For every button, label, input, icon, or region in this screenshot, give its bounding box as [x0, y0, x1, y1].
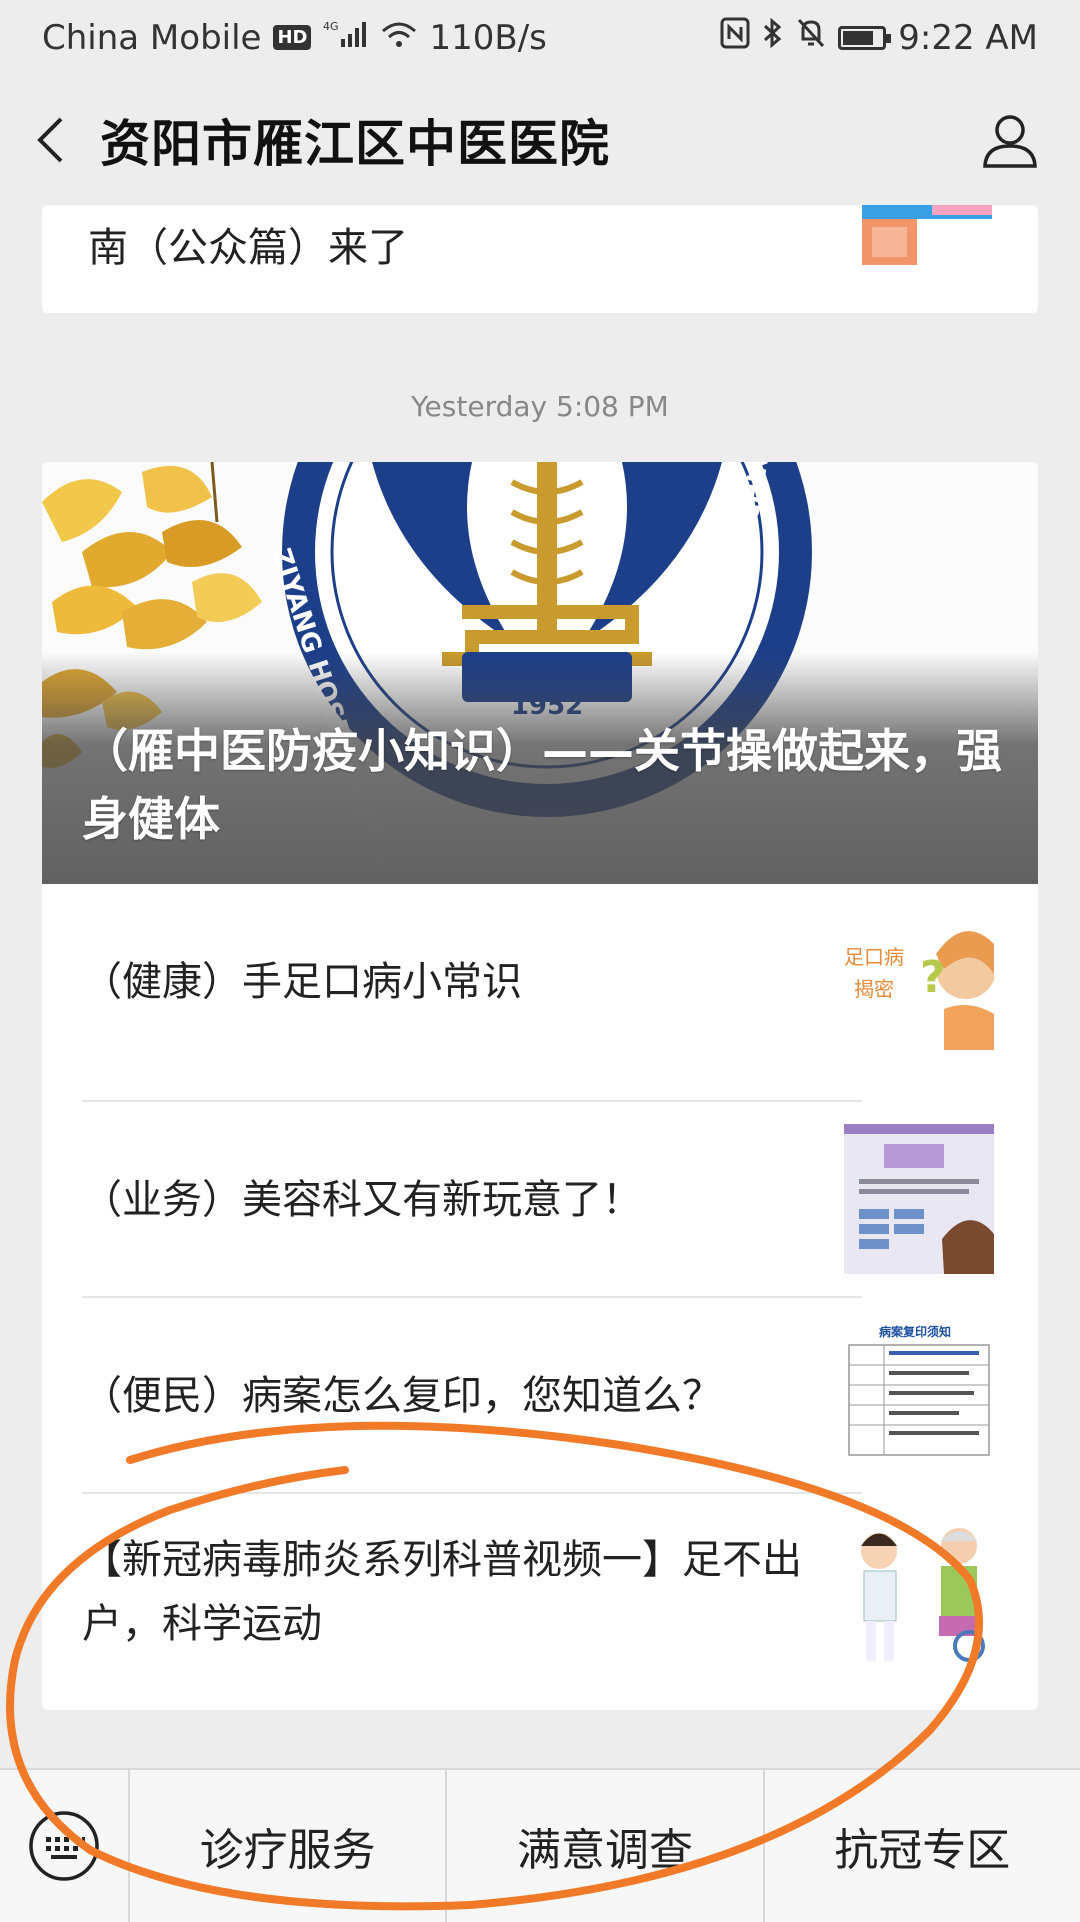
nav-bar: 资阳市雁江区中医医院 [0, 75, 1080, 205]
menu-item-satisfaction-survey[interactable]: 满意调查 [447, 1770, 765, 1922]
article-title: （业务）美容科又有新玩意了！ [82, 1177, 642, 1223]
svg-text:?: ? [920, 952, 946, 1003]
cover-article-title: （雁中医防疫小知识）——关节操做起来，强身健体 [82, 724, 1002, 846]
article-item[interactable]: （业务）美容科又有新玩意了！ [42, 1102, 1038, 1298]
article-title: 【新冠病毒肺炎系列科普视频一】足不出户，科学运动 [82, 1537, 802, 1647]
wifi-icon [381, 18, 417, 58]
hd-badge: HD [273, 25, 312, 50]
article-thumbnail: 病案复印须知 [844, 1320, 994, 1470]
bluetooth-icon [762, 17, 784, 58]
chevron-left-icon [37, 117, 63, 163]
status-bar: China Mobile HD 4G 110B/s 9:22 AM [0, 0, 1080, 75]
message-timestamp: Yesterday 5:08 PM [411, 390, 669, 423]
menu-item-diagnosis-services[interactable]: 诊疗服务 [130, 1770, 448, 1922]
previous-article-thumbnail [862, 205, 992, 265]
previous-message-card[interactable]: 南（公众篇）来了 [42, 205, 1038, 313]
thumb-caption: 病案复印须知 [879, 1324, 951, 1339]
menu-item-anti-covid-zone[interactable]: 抗冠专区 [765, 1770, 1080, 1922]
page-title: 资阳市雁江区中医医院 [100, 115, 610, 173]
nfc-icon [720, 17, 750, 58]
data-speed: 110B/s [429, 17, 547, 58]
article-thumbnail [844, 1516, 994, 1666]
article-item[interactable]: 【新冠病毒肺炎系列科普视频一】足不出户，科学运动 [42, 1494, 1038, 1690]
thumb-caption: 足口病 [844, 945, 904, 969]
article-title: （健康）手足口病小常识 [82, 959, 522, 1005]
status-right: 9:22 AM [720, 17, 1038, 58]
status-left: China Mobile HD 4G 110B/s [42, 18, 547, 58]
profile-button[interactable] [980, 110, 1040, 170]
article-thumbnail [844, 1124, 994, 1274]
signal-icon: 4G [323, 18, 369, 58]
article-item[interactable]: （便民）病案怎么复印，您知道么？ 病案复印须知 [42, 1298, 1038, 1494]
cover-article[interactable]: ZIYANG HOSPITAL OF TRADITIONAL CHINESE M… [42, 462, 1038, 884]
back-button[interactable] [0, 75, 100, 205]
article-group-card: ZIYANG HOSPITAL OF TRADITIONAL CHINESE M… [42, 462, 1038, 1710]
bottom-menu-bar: 诊疗服务 满意调查 抗冠专区 [0, 1768, 1080, 1922]
previous-article-title: 南（公众篇）来了 [88, 225, 408, 271]
keyboard-toggle-button[interactable] [0, 1770, 130, 1922]
article-item[interactable]: （健康）手足口病小常识 足口病 揭密 ? [42, 884, 1038, 1080]
article-title: （便民）病案怎么复印，您知道么？ [82, 1373, 722, 1419]
keyboard-icon [29, 1811, 99, 1881]
person-icon [983, 115, 1037, 168]
thumb-caption-2: 揭密 [854, 977, 894, 1001]
carrier-label: China Mobile [42, 17, 262, 58]
clock: 9:22 AM [898, 17, 1038, 58]
article-thumbnail: 足口病 揭密 ? [844, 914, 994, 1050]
battery-icon [838, 25, 892, 50]
mute-bell-icon [796, 17, 826, 58]
network-type-label: 4G [323, 20, 339, 33]
